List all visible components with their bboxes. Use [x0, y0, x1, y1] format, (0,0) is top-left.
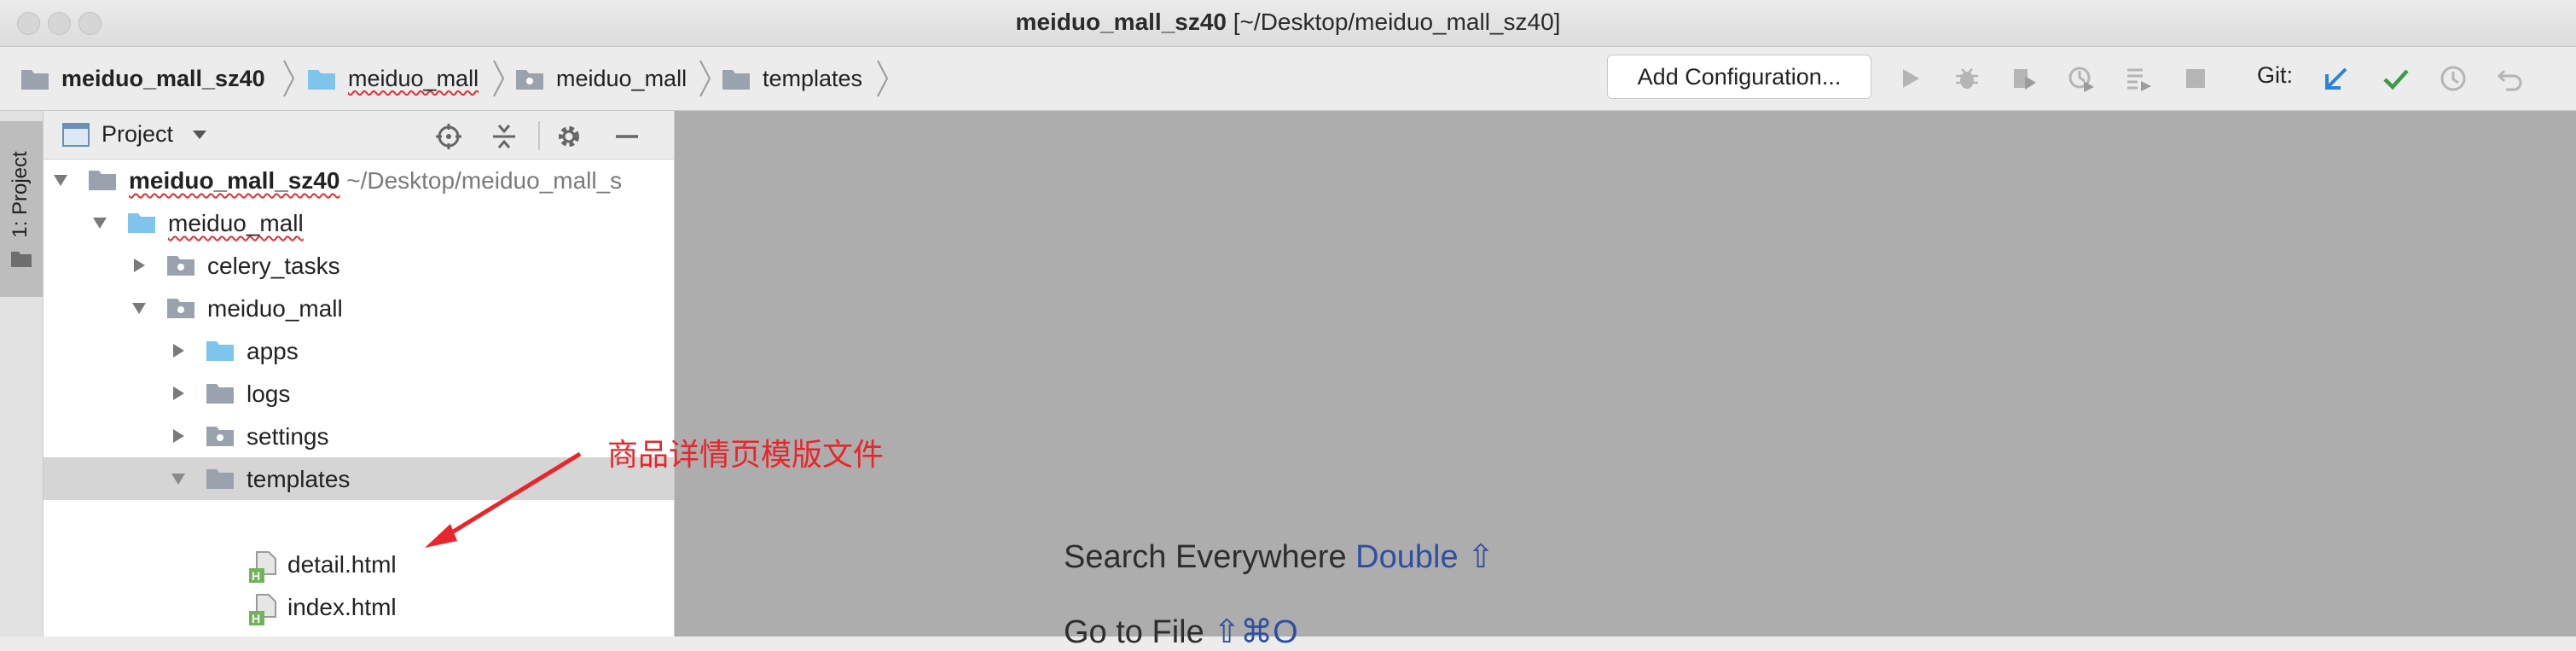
annotation-arrow-icon — [425, 451, 582, 548]
